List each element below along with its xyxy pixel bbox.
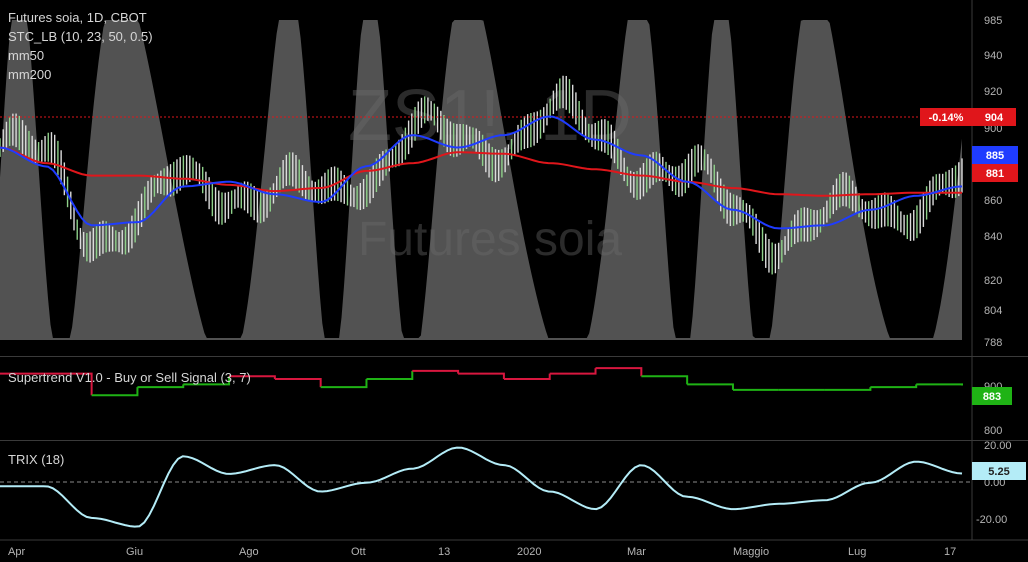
price-tick: 860 [984,195,1002,207]
supertrend-legend: Supertrend V1.0 - Buy or Sell Signal (3,… [8,368,251,387]
indicator-mm200-label[interactable]: mm200 [8,65,153,84]
trix-tick: 20.00 [984,440,1012,452]
price-tick: 940 [984,50,1002,62]
trix-title[interactable]: TRIX (18) [8,450,64,469]
supertrend-step [366,370,414,380]
supertrend-step [641,375,689,385]
supertrend-value-label: 883 [983,391,1001,403]
supertrend-title[interactable]: Supertrend V1.0 - Buy or Sell Signal (3,… [8,368,251,387]
supertrend-step [458,372,505,379]
time-axis[interactable]: Apr Giu Ago Ott 13 2020 Mar Maggio Lug 1… [8,546,956,558]
last-price-label: 904 [985,112,1004,124]
time-tick: Ott [351,546,366,558]
supertrend-step [503,373,551,380]
price-tick: 920 [984,86,1002,98]
trix-axis[interactable]: 20.00 0.00 -20.00 5.25 [972,440,1026,526]
trix-legend: TRIX (18) [8,450,64,469]
time-tick: Ago [239,546,259,558]
supertrend-step [824,387,872,391]
price-tick: 985 [984,15,1002,27]
supertrend-step [91,387,139,397]
trix-line[interactable] [0,446,963,528]
time-tick: Giu [126,546,143,558]
price-tick: 820 [984,275,1002,287]
mm200-value-label: 881 [986,168,1004,180]
last-change-label: -0.14% [929,112,964,124]
indicator-mm50-label[interactable]: mm50 [8,46,153,65]
price-tick: 788 [984,337,1002,349]
time-tick: Maggio [733,546,769,558]
supertrend-axis[interactable]: 900 800 883 [972,381,1012,437]
supertrend-step [870,384,918,389]
supertrend-tick: 800 [984,425,1002,437]
time-tick: 17 [944,546,956,558]
mm50-value-label: 885 [986,150,1004,162]
trix-series [0,446,963,528]
price-tick: 804 [984,305,1002,317]
time-tick: Mar [627,546,646,558]
chart-title: Futures soia, 1D, CBOT [8,10,147,25]
time-tick: Lug [848,546,866,558]
time-tick: 2020 [517,546,541,558]
time-tick: Apr [8,546,25,558]
supertrend-step [595,367,643,377]
main-legend: Futures soia, 1D, CBOT STC_LB (10, 23, 5… [8,8,153,84]
pane-separator[interactable] [0,440,1028,441]
time-tick: 13 [438,546,450,558]
supertrend-step [916,383,963,386]
price-axis[interactable]: 985 940 920 900 880 860 840 820 804 788 … [920,15,1018,349]
trix-value-label: 5.25 [988,466,1009,478]
trix-tick: -20.00 [976,514,1007,526]
supertrend-step [549,368,597,375]
supertrend-step [274,378,322,388]
supertrend-step [320,379,368,389]
pane-separator[interactable] [0,356,1028,357]
indicator-stc-label[interactable]: STC_LB (10, 23, 50, 0.5) [8,27,153,46]
price-tick: 840 [984,231,1002,243]
supertrend-step [687,383,734,390]
supertrend-step [412,369,460,374]
chart-canvas: ZS1!, 1D Futures soia 985 940 920 900 88… [0,0,1028,558]
